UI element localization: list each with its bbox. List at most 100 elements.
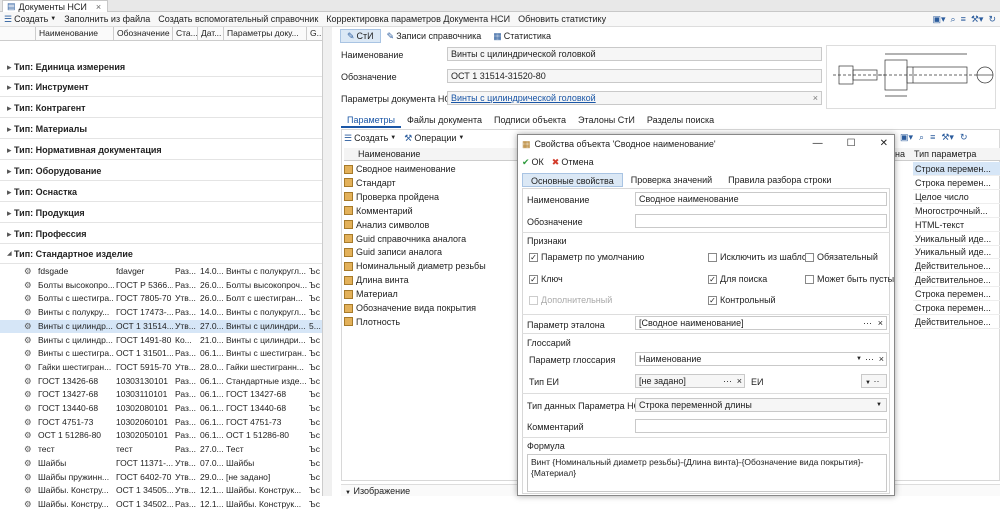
- group-row[interactable]: Тип: Профессия: [0, 224, 322, 244]
- create-button[interactable]: ☰ Создать ▼: [0, 14, 60, 24]
- refresh-icon[interactable]: ↻: [988, 15, 996, 24]
- checkbox[interactable]: [708, 252, 717, 262]
- table-row[interactable]: ⚙ Винты с шестигра... ОСТ 1 31501... Раз...…: [0, 347, 322, 360]
- list-icon[interactable]: ≡: [930, 133, 935, 142]
- maximize-icon[interactable]: ☐: [847, 138, 856, 149]
- tab-records[interactable]: ✎ Записи справочника: [381, 29, 488, 43]
- table-row[interactable]: ⚙ Винты с цилиндр... ОСТ 1 31514... Утв... 2…: [0, 319, 322, 333]
- cancel-button[interactable]: ✖ Отмена: [552, 157, 594, 168]
- list-item[interactable]: Анализ символов: [344, 218, 520, 232]
- name-field[interactable]: Винты с цилиндрической головкой: [447, 47, 822, 61]
- ok-button[interactable]: ✔ ОК: [522, 157, 544, 168]
- list-item[interactable]: Длина винта: [344, 273, 520, 287]
- list-item[interactable]: Обозначение вида покрытия: [344, 301, 520, 315]
- print-icon[interactable]: ▣▾: [900, 133, 913, 142]
- print-icon[interactable]: ▣▾: [933, 15, 946, 24]
- update-stats-button[interactable]: Обновить статистику: [514, 14, 610, 24]
- list-item[interactable]: Сводное наименование: [344, 162, 520, 176]
- col-params[interactable]: Параметры доку...: [224, 27, 307, 40]
- table-row[interactable]: ⚙ fdsgade fdavger Раз... 14.0... Винты с полу…: [0, 265, 322, 278]
- col-param-type[interactable]: Тип параметра: [914, 149, 976, 159]
- close-icon[interactable]: ×: [96, 2, 101, 12]
- group-row[interactable]: Тип: Оснастка: [0, 182, 322, 202]
- table-row[interactable]: ⚙ ОСТ 1 51286-80 10302050101 Раз... 06.1... О…: [0, 429, 322, 442]
- group-row[interactable]: Тип: Инструмент: [0, 77, 322, 97]
- more-icon[interactable]: ···: [863, 317, 872, 329]
- table-row[interactable]: ⚙ ГОСТ 13440-68 10302080101 Раз... 06.1... ГО…: [0, 402, 322, 415]
- list-item[interactable]: Плотность: [344, 315, 520, 329]
- list-icon[interactable]: ≡: [961, 15, 966, 24]
- more-icon[interactable]: ···: [723, 375, 732, 387]
- group-row[interactable]: Тип: Материалы: [0, 119, 322, 139]
- col-param-name[interactable]: Наименование: [358, 149, 420, 159]
- group-row[interactable]: Тип: Контрагент: [0, 98, 322, 118]
- group-row[interactable]: Тип: Стандартное изделие: [0, 244, 322, 264]
- col-status[interactable]: Ста...: [173, 27, 198, 40]
- table-row[interactable]: ⚙ Болты с шестигра... ГОСТ 7805-70 Утв... 26…: [0, 292, 322, 305]
- tab-value-check[interactable]: Проверка значений: [623, 173, 720, 187]
- unit-type-field[interactable]: [не задано] ··· ×: [635, 374, 745, 388]
- tab-signatures[interactable]: Подписи объекта: [488, 114, 572, 128]
- group-row[interactable]: Тип: Продукция: [0, 203, 322, 223]
- group-row[interactable]: Тип: Единица измерения: [0, 57, 322, 77]
- more-icon[interactable]: ··: [871, 376, 879, 386]
- table-row[interactable]: ⚙ тест тест Раз... 27.0... Тест Ъс: [0, 443, 322, 456]
- params-doc-field[interactable]: Винты с цилиндрической головкой ×: [447, 91, 822, 105]
- list-item[interactable]: Номинальный диаметр резьбы: [344, 259, 520, 273]
- table-row[interactable]: ⚙ ГОСТ 13426-68 10303130101 Раз... 06.1... Ст…: [0, 375, 322, 388]
- refresh-icon[interactable]: ↻: [960, 133, 968, 142]
- clear-icon[interactable]: ×: [737, 375, 742, 387]
- close-icon[interactable]: ✕: [880, 138, 888, 149]
- tab-statistics[interactable]: ▦ Статистика: [487, 29, 557, 43]
- designation-field[interactable]: ОСТ 1 31514-31520-80: [447, 69, 822, 83]
- cb-search[interactable]: Для поиска: [708, 274, 767, 284]
- tab-main-props[interactable]: Основные свойства: [522, 173, 623, 187]
- cb-key[interactable]: Ключ: [529, 274, 563, 284]
- search-icon[interactable]: ⌕: [951, 15, 956, 24]
- doc-tab[interactable]: ▤ Документы НСИ ×: [2, 0, 109, 12]
- list-item[interactable]: Материал: [344, 287, 520, 301]
- datatype-field[interactable]: Строка переменной длины ▼: [635, 398, 887, 412]
- fill-from-file-button[interactable]: Заполнить из файла: [60, 14, 154, 24]
- correct-params-button[interactable]: Корректировка параметров Документа НСИ: [322, 14, 514, 24]
- unit-field[interactable]: ▼ ··: [861, 374, 887, 388]
- chevron-down-icon[interactable]: ▼: [876, 399, 882, 411]
- minimize-icon[interactable]: —: [813, 138, 823, 149]
- wrench-icon[interactable]: ⚒▾: [971, 15, 984, 24]
- group-row[interactable]: Тип: Нормативная документация: [0, 140, 322, 160]
- params-doc-link[interactable]: Винты с цилиндрической головкой: [451, 93, 596, 103]
- more-icon[interactable]: ···: [865, 353, 874, 365]
- list-item[interactable]: Guid записи аналога: [344, 245, 520, 259]
- tab-etalons[interactable]: Эталоны СтИ: [572, 114, 641, 128]
- params-create-button[interactable]: ☰ Создать ▼: [344, 133, 396, 143]
- checkbox-checked[interactable]: [529, 274, 538, 284]
- formula-field[interactable]: Винт {Номинальный диаметр резьбы}-{Длина…: [527, 454, 887, 492]
- table-row[interactable]: ⚙ Болты высокопро... ГОСТ Р 5366... Раз... 2…: [0, 279, 322, 292]
- tab-parameters[interactable]: Параметры: [341, 114, 401, 128]
- list-item[interactable]: Guid справочника аналога: [344, 232, 520, 246]
- clear-icon[interactable]: ×: [879, 353, 884, 365]
- cb-empty[interactable]: Может быть пусты: [805, 274, 894, 284]
- list-item[interactable]: Комментарий: [344, 204, 520, 218]
- col-g[interactable]: G...: [307, 27, 322, 40]
- dlg-name-field[interactable]: Сводное наименование: [635, 192, 887, 206]
- cb-exclude[interactable]: Исключить из шабло: [708, 252, 807, 262]
- cb-control[interactable]: Контрольный: [708, 295, 776, 305]
- table-row[interactable]: ⚙ Винты с полукру... ГОСТ 17473-... Раз... 1…: [0, 306, 322, 319]
- wrench-icon[interactable]: ⚒▾: [941, 133, 954, 142]
- splitter[interactable]: [322, 27, 332, 496]
- cb-default[interactable]: Параметр по умолчанию: [529, 252, 644, 262]
- table-row[interactable]: ⚙ Гайки шестигран... ГОСТ 5915-70 Утв... 28.…: [0, 361, 322, 374]
- checkbox-checked[interactable]: [529, 252, 538, 262]
- group-row[interactable]: Тип: Оборудование: [0, 161, 322, 181]
- etalon-field[interactable]: [Сводное наименование] ··· ×: [635, 316, 887, 330]
- list-item[interactable]: Стандарт: [344, 176, 520, 190]
- table-row[interactable]: ⚙ Шайбы. Констру... ОСТ 1 34505... Утв... 12…: [0, 484, 322, 497]
- create-aux-button[interactable]: Создать вспомогательный справочник: [154, 14, 322, 24]
- table-row[interactable]: ⚙ Винты с цилиндр... ГОСТ 1491-80 Ко... 21.0…: [0, 334, 322, 347]
- tab-files[interactable]: Файлы документа: [401, 114, 488, 128]
- clear-icon[interactable]: ×: [813, 92, 818, 104]
- glossary-param-field[interactable]: Наименование ▼ ··· ×: [635, 352, 887, 366]
- col-designation[interactable]: Обозначение: [114, 27, 173, 40]
- search-icon[interactable]: ⌕: [919, 133, 924, 142]
